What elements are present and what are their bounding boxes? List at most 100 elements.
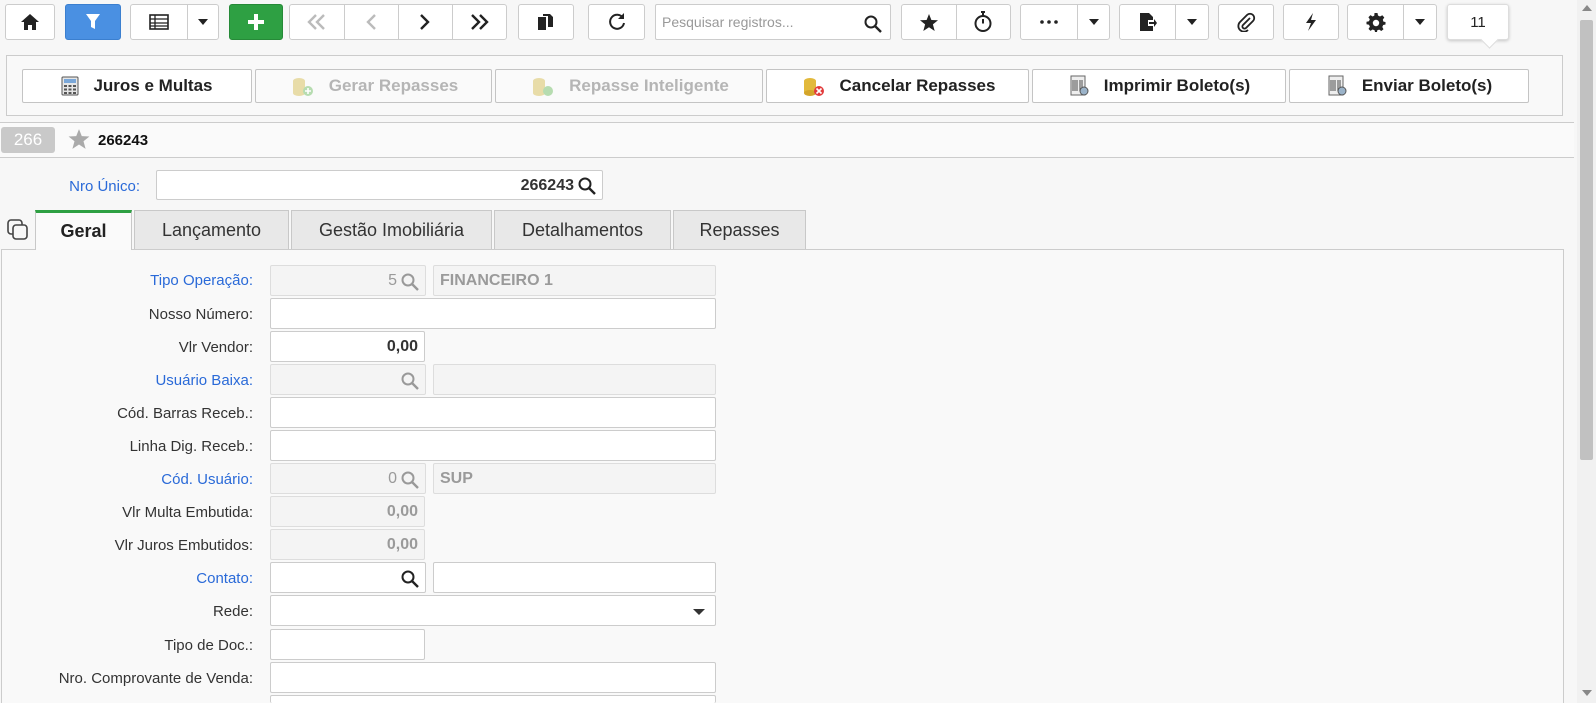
juros-multas-button[interactable]: Juros e Multas bbox=[22, 69, 252, 103]
more-options-dropdown[interactable] bbox=[1078, 5, 1109, 39]
repasse-inteligente-label: Repasse Inteligente bbox=[569, 76, 729, 95]
scroll-up-arrow-icon[interactable] bbox=[1582, 5, 1592, 11]
refresh-button[interactable] bbox=[588, 4, 645, 40]
more-options-button[interactable] bbox=[1021, 5, 1079, 39]
tipo-operacao-code-field[interactable]: 5 bbox=[270, 265, 426, 296]
search-icon[interactable] bbox=[401, 372, 419, 394]
search-icon[interactable] bbox=[401, 273, 419, 295]
nro-unico-field[interactable]: 266243 bbox=[156, 170, 603, 200]
rede-select[interactable] bbox=[270, 595, 716, 626]
caret-down-icon bbox=[198, 19, 209, 25]
next-field-partial[interactable] bbox=[270, 695, 716, 703]
search-icon[interactable] bbox=[401, 570, 419, 592]
contato-desc-field[interactable] bbox=[433, 562, 716, 593]
home-icon bbox=[21, 14, 39, 30]
gerar-repasses-button[interactable]: Gerar Repasses bbox=[255, 69, 492, 103]
nro-unico-value: 266243 bbox=[520, 177, 574, 194]
tipo-operacao-desc-field: FINANCEIRO 1 bbox=[433, 265, 716, 296]
usuario-baixa-label: Usuário Baixa: bbox=[155, 372, 253, 389]
copy-icon bbox=[538, 14, 553, 30]
print-invoice-icon bbox=[1070, 75, 1089, 96]
grid-view-dropdown[interactable] bbox=[188, 5, 218, 39]
main-toolbar: 11 bbox=[0, 0, 1596, 48]
settings-button[interactable] bbox=[1348, 5, 1405, 39]
export-button[interactable] bbox=[1120, 5, 1177, 39]
scrollbar-thumb[interactable] bbox=[1580, 20, 1593, 460]
filter-icon bbox=[86, 14, 100, 29]
tipo-operacao-label: Tipo Operação: bbox=[150, 272, 253, 289]
contato-label: Contato: bbox=[196, 570, 253, 587]
page-scrollbar[interactable] bbox=[1577, 0, 1596, 703]
record-title: 266243 bbox=[98, 132, 149, 149]
filter-button[interactable] bbox=[65, 4, 121, 40]
cancelar-repasses-button[interactable]: Cancelar Repasses bbox=[766, 69, 1029, 103]
first-record-button[interactable] bbox=[290, 5, 345, 39]
nosso-numero-field[interactable] bbox=[270, 298, 716, 329]
record-header: 266 266243 bbox=[0, 122, 1574, 158]
action-bar: Juros e Multas Gerar Repasses Repasse In… bbox=[6, 55, 1563, 116]
timer-button[interactable] bbox=[957, 5, 1011, 39]
nro-unico-label: Nro Único: bbox=[69, 178, 140, 195]
tab-lancamento[interactable]: Lançamento bbox=[134, 210, 289, 249]
vlr-vendor-field[interactable]: 0,00 bbox=[270, 331, 425, 362]
more-options-group bbox=[1020, 4, 1110, 40]
next-record-button[interactable] bbox=[399, 5, 453, 39]
vlr-juros-value: 0,00 bbox=[386, 536, 418, 553]
plus-icon bbox=[248, 14, 264, 30]
imprimir-boleto-label: Imprimir Boleto(s) bbox=[1103, 76, 1251, 95]
search-box bbox=[655, 4, 891, 40]
add-record-button[interactable] bbox=[229, 4, 283, 40]
nro-comprovante-field[interactable] bbox=[270, 662, 716, 693]
enviar-boleto-button[interactable]: Enviar Boleto(s) bbox=[1289, 69, 1529, 103]
notification-count: 11 bbox=[1470, 13, 1486, 31]
tab-repasses[interactable]: Repasses bbox=[673, 210, 806, 249]
export-dropdown[interactable] bbox=[1176, 5, 1208, 39]
tipo-doc-label: Tipo de Doc.: bbox=[164, 637, 253, 654]
chevron-right-icon bbox=[420, 14, 430, 30]
double-chevron-right-icon bbox=[471, 14, 489, 30]
search-icon[interactable] bbox=[578, 177, 596, 199]
cod-usuario-label: Cód. Usuário: bbox=[161, 471, 253, 488]
vlr-multa-label: Vlr Multa Embutida: bbox=[122, 504, 253, 521]
attachments-button[interactable] bbox=[1218, 4, 1274, 40]
imprimir-boleto-button[interactable]: Imprimir Boleto(s) bbox=[1032, 69, 1286, 103]
cod-usuario-code: 0 bbox=[388, 470, 397, 487]
cod-barras-label: Cód. Barras Receb.: bbox=[117, 405, 253, 422]
tipo-doc-field[interactable] bbox=[270, 629, 425, 660]
settings-dropdown[interactable] bbox=[1404, 5, 1436, 39]
vlr-multa-field: 0,00 bbox=[270, 496, 425, 527]
tab-detalhamentos[interactable]: Detalhamentos bbox=[494, 210, 671, 249]
notification-badge[interactable]: 11 bbox=[1447, 4, 1509, 40]
copy-window-icon[interactable] bbox=[7, 219, 29, 245]
double-chevron-left-icon bbox=[307, 14, 325, 30]
search-icon[interactable] bbox=[401, 471, 419, 493]
star-icon bbox=[919, 13, 938, 31]
tab-gestao-imobiliaria[interactable]: Gestão Imobiliária bbox=[291, 210, 492, 249]
usuario-baixa-code-field[interactable] bbox=[270, 364, 426, 395]
tipo-operacao-code: 5 bbox=[388, 272, 397, 289]
duplicate-button[interactable] bbox=[518, 4, 574, 40]
search-input[interactable] bbox=[662, 12, 858, 32]
home-button[interactable] bbox=[5, 4, 55, 40]
previous-record-button[interactable] bbox=[345, 5, 399, 39]
cod-usuario-desc: SUP bbox=[440, 470, 473, 487]
favorite-star-icon[interactable] bbox=[67, 128, 91, 154]
cod-usuario-desc-field: SUP bbox=[433, 463, 716, 494]
last-record-button[interactable] bbox=[453, 5, 507, 39]
linha-dig-field[interactable] bbox=[270, 430, 716, 461]
tab-geral[interactable]: Geral bbox=[35, 210, 132, 250]
caret-down-icon bbox=[1088, 19, 1099, 25]
cod-usuario-code-field[interactable]: 0 bbox=[270, 463, 426, 494]
scroll-down-arrow-icon[interactable] bbox=[1582, 690, 1592, 696]
send-invoice-icon bbox=[1328, 75, 1347, 96]
search-icon[interactable] bbox=[864, 15, 882, 37]
quick-actions-button[interactable] bbox=[1283, 4, 1339, 40]
rede-label: Rede: bbox=[212, 603, 253, 620]
repasse-inteligente-button[interactable]: Repasse Inteligente bbox=[495, 69, 763, 103]
juros-multas-label: Juros e Multas bbox=[93, 76, 213, 95]
favorite-button[interactable] bbox=[902, 5, 957, 39]
calculator-icon bbox=[61, 76, 79, 96]
grid-view-button[interactable] bbox=[131, 5, 189, 39]
cod-barras-field[interactable] bbox=[270, 397, 716, 428]
contato-code-field[interactable] bbox=[270, 562, 426, 593]
